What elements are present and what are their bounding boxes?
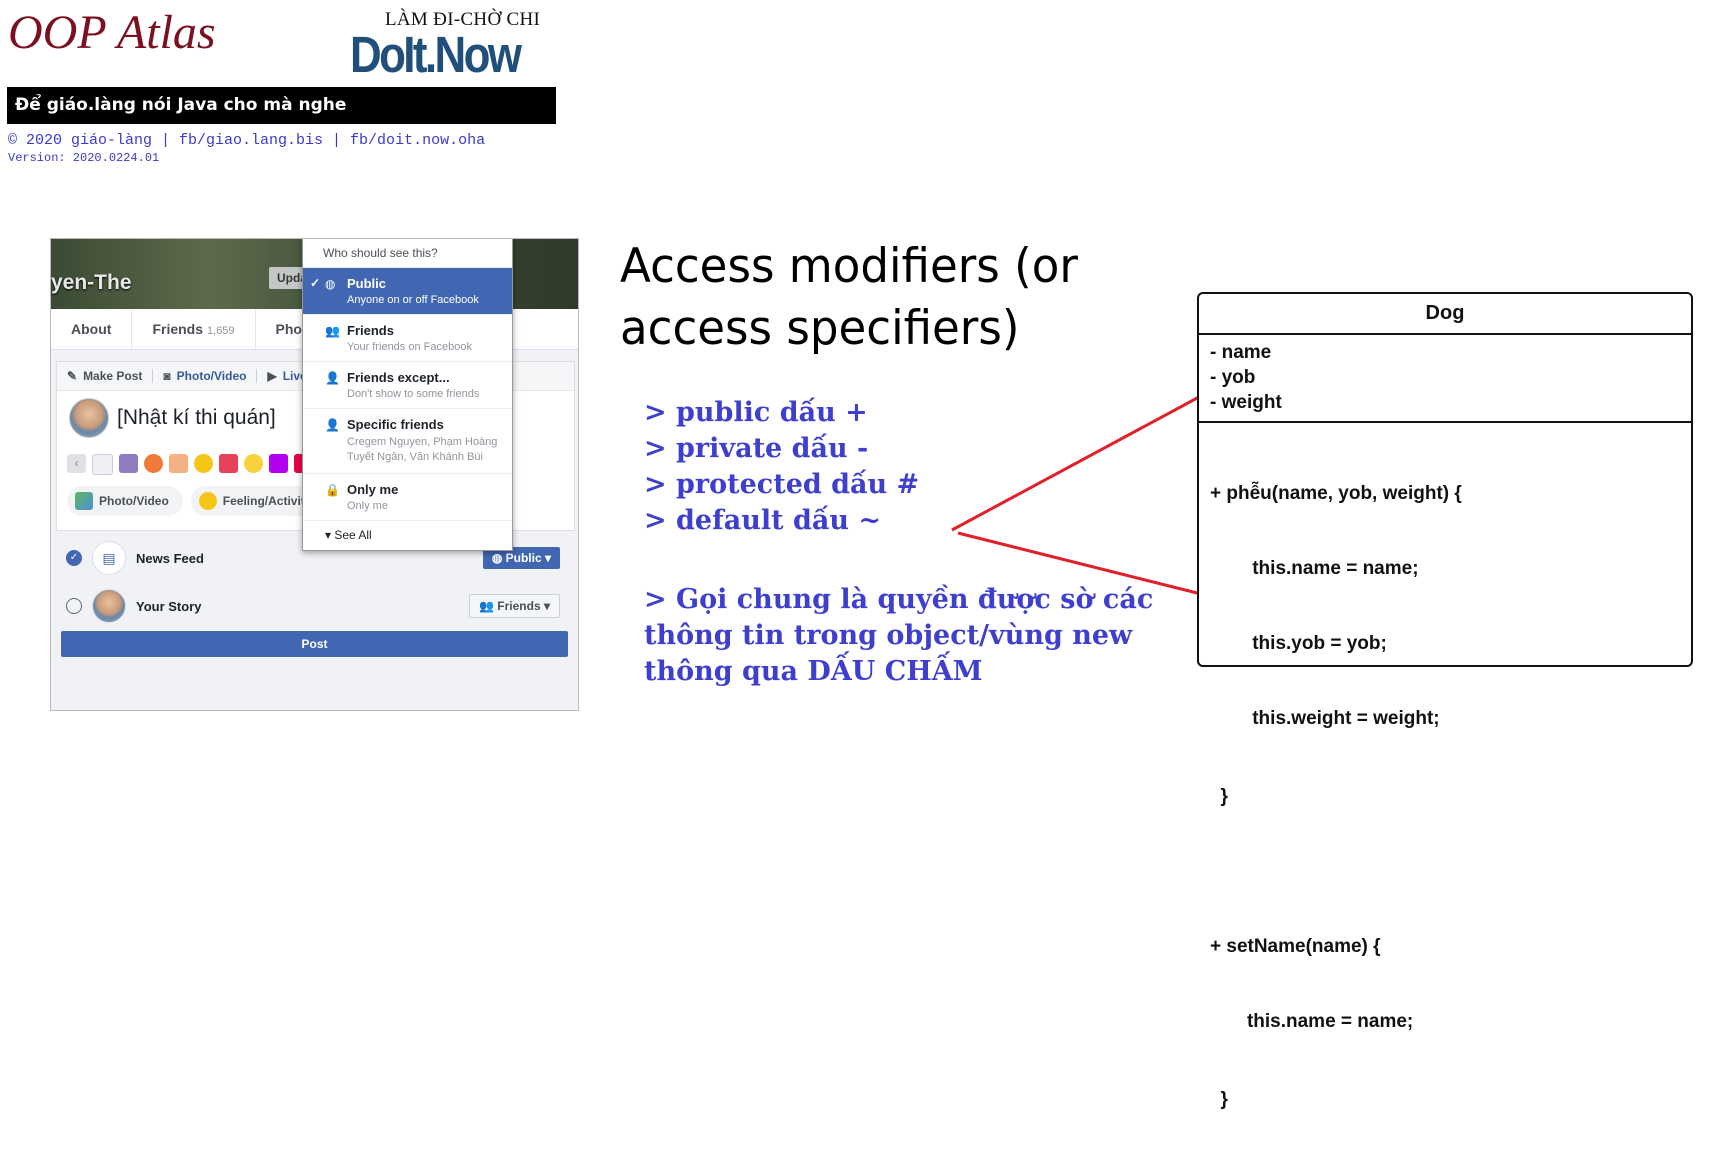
uml-method-line: } bbox=[1210, 786, 1228, 807]
uml-attribute: - weight bbox=[1210, 392, 1282, 413]
uml-method-line bbox=[1210, 859, 1680, 884]
uml-class-name: Dog bbox=[1199, 294, 1691, 335]
uml-method-line: this.name = name; bbox=[1210, 558, 1419, 579]
uml-method-line: this.name = name; bbox=[1210, 1011, 1414, 1032]
uml-class-box: Dog - name - yob - weight + phễu(name, y… bbox=[1197, 292, 1693, 1110]
uml-attribute: - yob bbox=[1210, 367, 1256, 388]
uml-method-line: + setName(name) { bbox=[1210, 936, 1381, 957]
arrow-to-yob bbox=[951, 381, 1226, 532]
uml-method-line: + phễu(name, yob, weight) { bbox=[1210, 483, 1462, 504]
arrow-to-setname bbox=[957, 531, 1226, 602]
uml-attribute: - name bbox=[1210, 342, 1272, 363]
uml-method-line: } bbox=[1210, 1089, 1228, 1110]
uml-method-line: this.yob = yob; bbox=[1210, 633, 1387, 654]
uml-methods: + phễu(name, yob, weight) { this.name = … bbox=[1199, 423, 1691, 1170]
uml-method-line: this.weight = weight; bbox=[1210, 708, 1440, 729]
uml-attributes: - name - yob - weight bbox=[1199, 335, 1691, 423]
